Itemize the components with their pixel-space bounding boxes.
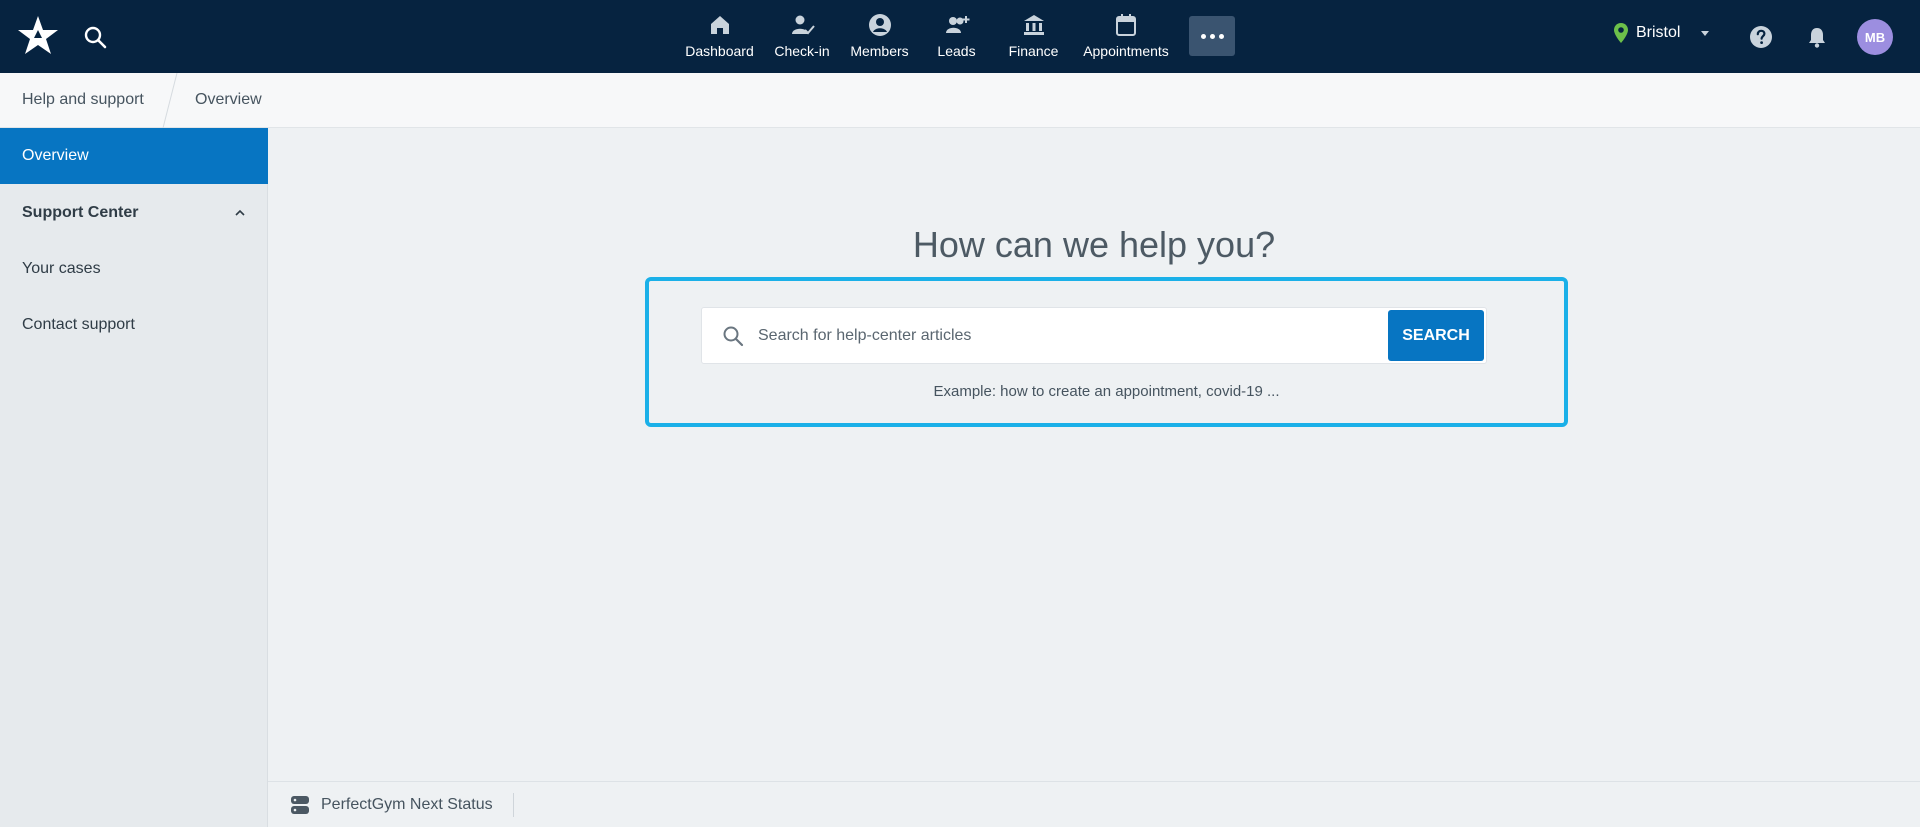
home-icon (710, 16, 729, 34)
star-logo-icon[interactable] (16, 14, 60, 58)
breadcrumb-help-and-support[interactable]: Help and support (22, 91, 144, 109)
avatar[interactable]: MB (1857, 19, 1893, 55)
bank-icon (1023, 15, 1044, 35)
location-label: Bristol (1636, 24, 1681, 41)
avatar-initials: MB (1864, 29, 1886, 45)
main-nav: Dashboard Check-in Members Leads Finance… (676, 0, 1180, 73)
more-dots-icon[interactable] (1189, 16, 1235, 56)
user-check-icon (792, 15, 815, 35)
help-icon[interactable] (1749, 25, 1773, 49)
nav-label: Leads (937, 43, 976, 59)
nav-appointments[interactable]: Appointments (1072, 0, 1180, 73)
search-button[interactable]: SEARCH (1388, 310, 1484, 361)
search-input[interactable] (758, 318, 1358, 354)
sidebar-item-label: Support Center (22, 204, 139, 221)
user-circle-icon (868, 14, 891, 36)
status-link[interactable]: PerfectGym Next Status (321, 796, 493, 814)
user-plus-icon (945, 16, 969, 33)
nav-leads[interactable]: Leads (918, 0, 995, 73)
breadcrumb: Help and support Overview (0, 73, 1920, 128)
location-selector[interactable]: Bristol (1612, 22, 1710, 44)
nav-finance[interactable]: Finance (995, 0, 1072, 73)
calendar-icon (1116, 14, 1136, 36)
nav-dashboard[interactable]: Dashboard (676, 0, 763, 73)
footer-divider (513, 793, 514, 817)
nav-label: Dashboard (685, 43, 754, 59)
chevron-up-icon (235, 209, 245, 216)
bell-icon[interactable] (1805, 25, 1829, 49)
nav-label: Members (850, 43, 909, 59)
sidebar-item-label: Overview (22, 147, 89, 164)
server-status-icon (291, 796, 309, 814)
nav-members[interactable]: Members (841, 0, 918, 73)
sidebar-item-contact-support[interactable]: Contact support (0, 297, 268, 353)
caret-down-icon (1701, 31, 1710, 36)
nav-label: Appointments (1083, 43, 1169, 59)
breadcrumb-overview[interactable]: Overview (195, 91, 262, 109)
breadcrumb-separator (162, 73, 178, 128)
sidebar-item-overview[interactable]: Overview (0, 128, 268, 184)
sidebar-item-label: Contact support (22, 316, 135, 333)
top-navigation-bar: Dashboard Check-in Members Leads Finance… (0, 0, 1920, 73)
nav-check-in[interactable]: Check-in (763, 0, 841, 73)
search-icon[interactable] (82, 24, 108, 50)
nav-label: Check-in (774, 43, 830, 59)
sidebar-item-label: Your cases (22, 260, 101, 277)
search-icon (723, 326, 744, 347)
nav-label: Finance (1008, 43, 1059, 59)
search-example-hint: Example: how to create an appointment, c… (933, 383, 1280, 400)
location-pin-icon (1614, 23, 1628, 43)
search-box (701, 307, 1487, 364)
page-title: How can we help you? (912, 224, 1276, 265)
sidebar-group-support-center[interactable]: Support Center (0, 185, 268, 241)
sidebar: Overview Support Center Your cases Conta… (0, 128, 268, 827)
sidebar-item-your-cases[interactable]: Your cases (0, 241, 268, 297)
footer: PerfectGym Next Status (268, 781, 1920, 827)
